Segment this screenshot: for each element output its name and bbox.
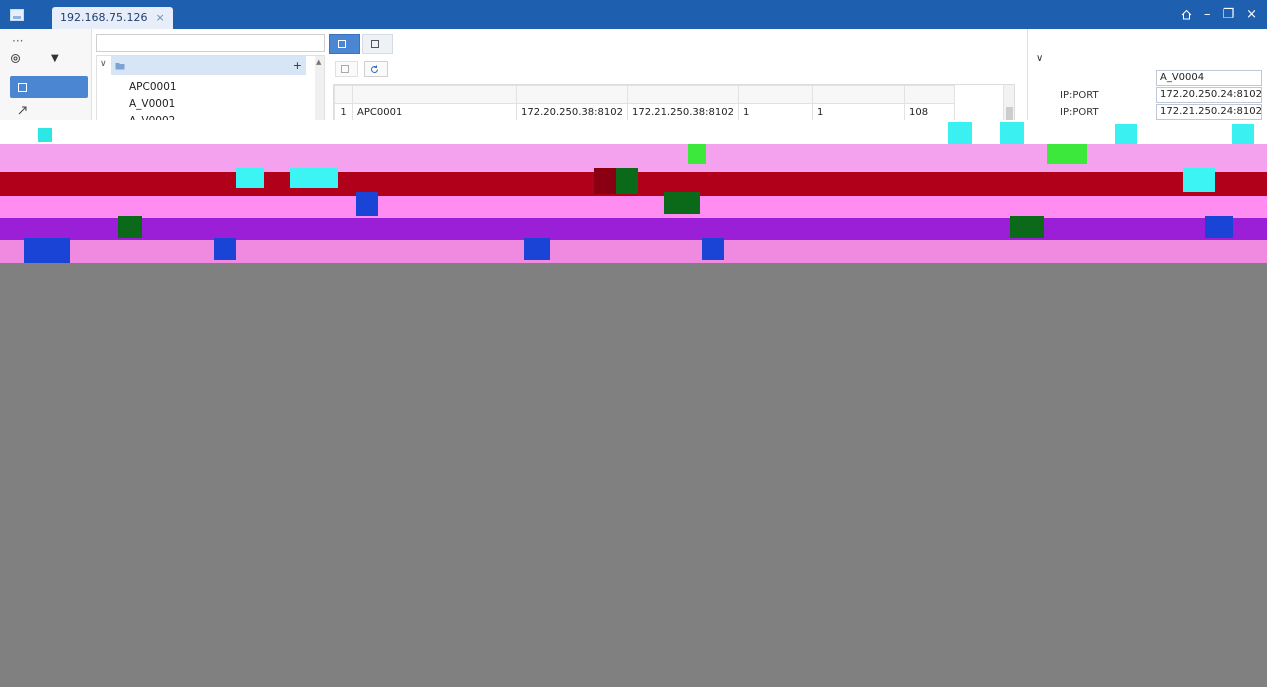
props-group-comm-params[interactable]: ∨	[1036, 53, 1043, 64]
cell-name[interactable]: APC0001	[352, 103, 517, 122]
title-bar: 192.168.75.126 × – ❐ ×	[0, 0, 1267, 29]
tab-active-connection[interactable]: 192.168.75.126 ×	[52, 6, 173, 29]
tab-comm-params[interactable]	[329, 34, 360, 54]
col-flag-1[interactable]	[737, 85, 813, 104]
col-flag-2[interactable]	[811, 85, 905, 104]
gear-icon	[11, 54, 20, 63]
nav-item-forward-link[interactable]	[10, 99, 88, 121]
nav-group-basic-config[interactable]: ▼	[10, 53, 59, 64]
col-ip-a[interactable]	[516, 85, 628, 104]
more-icon[interactable]: ···	[12, 34, 23, 48]
window-controls: – ❐ ×	[1181, 8, 1267, 21]
prop-value-name[interactable]: A_V0004	[1156, 70, 1262, 86]
tab-close-icon[interactable]: ×	[155, 11, 164, 24]
cell-ip-b[interactable]: 172.21.250.38:8102	[626, 103, 739, 122]
tree-search[interactable]	[96, 34, 325, 52]
refresh-icon	[371, 65, 379, 73]
list-icon	[18, 82, 27, 92]
chevron-up-icon[interactable]: ▲	[316, 58, 323, 66]
grid-toolbar	[329, 59, 1015, 79]
tab-active-connection-label: 192.168.75.126	[60, 11, 148, 24]
close-button[interactable]: ×	[1246, 8, 1257, 21]
col-channel[interactable]	[903, 85, 955, 104]
refresh-button[interactable]	[364, 61, 388, 77]
home-icon[interactable]	[1181, 9, 1192, 20]
save-icon	[341, 65, 349, 73]
col-ip-b[interactable]	[626, 85, 739, 104]
empty-canvas	[0, 263, 1267, 687]
restore-button[interactable]: ❐	[1222, 8, 1234, 21]
tab-device-management[interactable]	[362, 34, 393, 54]
add-icon[interactable]: +	[293, 59, 302, 72]
tree-item[interactable]: APC0001	[129, 81, 177, 93]
cell-ip-a[interactable]: 172.20.250.38:8102	[516, 103, 628, 122]
tree-search-input[interactable]	[97, 35, 324, 51]
minimize-button[interactable]: –	[1204, 8, 1211, 21]
chevron-down-icon[interactable]: ∨	[100, 59, 107, 69]
save-button[interactable]	[335, 61, 358, 77]
col-name[interactable]	[352, 85, 517, 104]
tree-item[interactable]: A_V0001	[129, 98, 175, 110]
link-icon	[18, 106, 27, 114]
prop-value-ip-a[interactable]: 172.20.250.24:8102	[1156, 87, 1262, 103]
table-header-row	[334, 85, 955, 104]
col-index	[334, 85, 353, 104]
content-tabs	[329, 34, 393, 54]
grid-icon	[338, 40, 346, 48]
chevron-down-icon[interactable]: ▼	[51, 53, 59, 64]
cell-flag-2[interactable]: 1	[811, 103, 905, 122]
grid-icon	[371, 40, 379, 48]
tree-root-node[interactable]: +	[111, 56, 306, 75]
glitch-noise	[0, 120, 1267, 263]
params-table: 1 APC0001 172.20.250.38:8102 172.21.250.…	[334, 85, 955, 122]
cell-index: 1	[334, 103, 353, 122]
app-logo-icon	[10, 8, 24, 21]
prop-label-ip-b: IP:PORT	[1060, 107, 1099, 118]
nav-item-comm-config[interactable]	[10, 76, 88, 98]
prop-value-ip-b[interactable]: 172.21.250.24:8102	[1156, 104, 1262, 120]
table-row[interactable]: 1 APC0001 172.20.250.38:8102 172.21.250.…	[334, 103, 955, 122]
prop-label-ip-a: IP:PORT	[1060, 90, 1099, 101]
folder-icon	[115, 62, 125, 69]
cell-channel[interactable]: 108	[903, 103, 955, 122]
cell-flag-1[interactable]: 1	[737, 103, 813, 122]
